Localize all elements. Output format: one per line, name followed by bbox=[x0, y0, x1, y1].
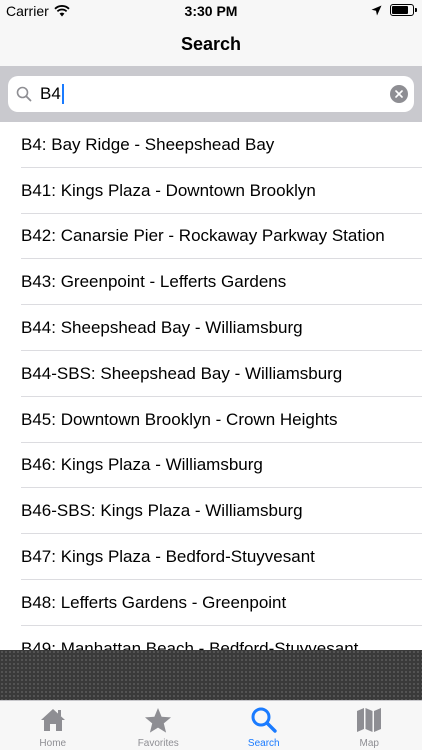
tab-label: Home bbox=[39, 738, 67, 749]
tab-label: Search bbox=[247, 738, 280, 749]
battery-fill bbox=[392, 6, 408, 14]
star-icon bbox=[143, 705, 173, 735]
tab-favorites[interactable]: Favorites bbox=[106, 701, 212, 750]
battery-tip bbox=[415, 8, 417, 12]
text-cursor bbox=[61, 84, 64, 104]
route-list-item[interactable]: B47: Kings Plaza - Bedford-Stuyvesant bbox=[0, 534, 422, 580]
search-icon bbox=[16, 86, 32, 102]
search-input[interactable]: B4 bbox=[8, 76, 414, 112]
route-list-item[interactable]: B45: Downtown Brooklyn - Crown Heights bbox=[0, 397, 422, 443]
route-list-item[interactable]: B44-SBS: Sheepshead Bay - Williamsburg bbox=[0, 351, 422, 397]
status-bar: Carrier 3:30 PM bbox=[0, 0, 422, 22]
navigation-bar: Search bbox=[0, 22, 422, 66]
search-value-wrap: B4 bbox=[40, 84, 64, 104]
route-list-item[interactable]: B4: Bay Ridge - Sheepshead Bay bbox=[0, 122, 422, 168]
status-right bbox=[371, 4, 417, 16]
tab-label: Map bbox=[359, 738, 379, 749]
tab-bar: Home Favorites Search Map bbox=[0, 700, 422, 750]
route-list-item[interactable]: B44: Sheepshead Bay - Williamsburg bbox=[0, 305, 422, 351]
tab-map[interactable]: Map bbox=[317, 701, 422, 750]
route-list-item[interactable]: B49: Manhattan Beach - Bedford-Stuyvesan… bbox=[0, 626, 422, 650]
route-list: B4: Bay Ridge - Sheepshead Bay B41: King… bbox=[0, 122, 422, 650]
route-list-item[interactable]: B46: Kings Plaza - Williamsburg bbox=[0, 443, 422, 489]
map-icon bbox=[354, 705, 384, 735]
route-list-item[interactable]: B46-SBS: Kings Plaza - Williamsburg bbox=[0, 488, 422, 534]
search-icon bbox=[249, 705, 279, 735]
tab-search[interactable]: Search bbox=[211, 701, 317, 750]
tab-label: Favorites bbox=[137, 738, 179, 749]
home-icon bbox=[38, 705, 68, 735]
close-icon bbox=[395, 90, 403, 98]
route-list-item[interactable]: B48: Lefferts Gardens - Greenpoint bbox=[0, 580, 422, 626]
route-list-item[interactable]: B43: Greenpoint - Lefferts Gardens bbox=[0, 259, 422, 305]
battery-icon bbox=[390, 4, 417, 16]
ad-banner[interactable] bbox=[0, 650, 422, 700]
location-arrow-icon bbox=[371, 5, 382, 15]
search-bar: B4 bbox=[0, 66, 422, 122]
search-value: B4 bbox=[40, 84, 61, 103]
clear-search-button[interactable] bbox=[390, 85, 408, 103]
tab-home[interactable]: Home bbox=[0, 701, 106, 750]
page-title: Search bbox=[180, 33, 242, 54]
status-time: 3:30 PM bbox=[184, 3, 238, 19]
route-list-item[interactable]: B41: Kings Plaza - Downtown Brooklyn bbox=[0, 168, 422, 214]
route-list-item[interactable]: B42: Canarsie Pier - Rockaway Parkway St… bbox=[0, 214, 422, 260]
